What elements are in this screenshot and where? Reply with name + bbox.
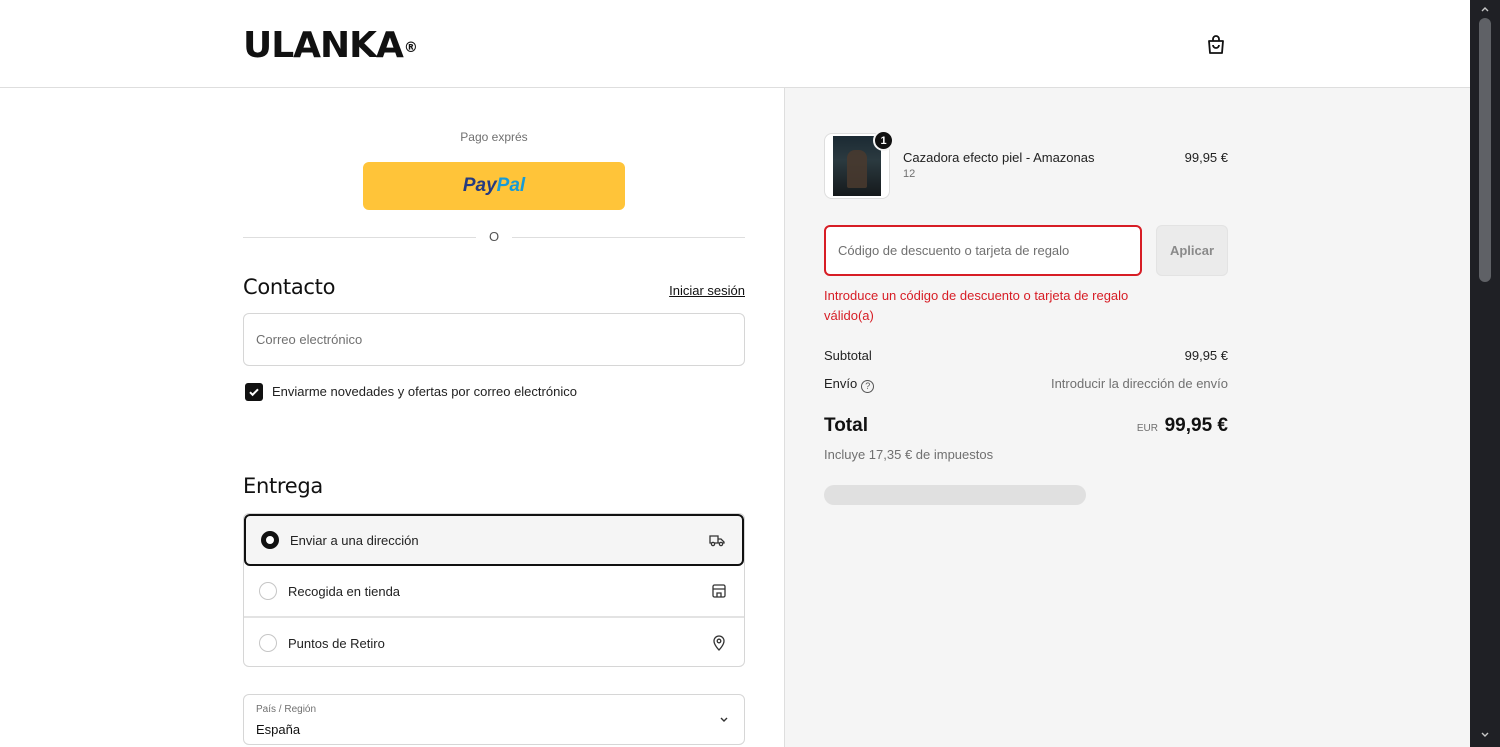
radio-unselected[interactable] bbox=[259, 582, 277, 600]
product-name: Cazadora efecto piel - Amazonas bbox=[903, 150, 1095, 165]
delivery-option-label: Puntos de Retiro bbox=[288, 635, 385, 651]
country-label: País / Región bbox=[256, 704, 317, 715]
delivery-option-pickup-points[interactable]: Puntos de Retiro bbox=[244, 617, 744, 666]
divider-right bbox=[512, 237, 745, 238]
truck-icon bbox=[709, 535, 725, 547]
delivery-option-label: Enviar a una dirección bbox=[290, 532, 419, 548]
email-field[interactable] bbox=[243, 313, 745, 366]
divider-left bbox=[243, 237, 476, 238]
paypal-logo-part2: Pal bbox=[496, 175, 526, 196]
product-variant: 12 bbox=[903, 168, 916, 180]
subtotal-label: Subtotal bbox=[824, 348, 872, 363]
radio-unselected[interactable] bbox=[259, 634, 277, 652]
radio-selected[interactable] bbox=[261, 531, 279, 549]
subtotal-value: 99,95 € bbox=[1184, 348, 1228, 363]
delivery-options: Enviar a una dirección Recogida en tiend… bbox=[243, 513, 745, 667]
logo-text: ULANKA bbox=[243, 25, 404, 66]
product-price: 99,95 € bbox=[1184, 150, 1228, 165]
taxes-note: Incluye 17,35 € de impuestos bbox=[824, 447, 994, 462]
express-checkout-label: Pago exprés bbox=[460, 130, 528, 144]
store-icon bbox=[712, 584, 726, 598]
scrollbar-thumb[interactable] bbox=[1479, 18, 1491, 282]
contact-heading: Contacto bbox=[243, 275, 336, 299]
delivery-heading: Entrega bbox=[243, 474, 324, 498]
total-value: 99,95 € bbox=[1164, 415, 1228, 436]
store-logo[interactable]: ULANKA® bbox=[243, 25, 418, 66]
apply-discount-button[interactable]: Aplicar bbox=[1156, 225, 1228, 276]
login-link[interactable]: Iniciar sesión bbox=[645, 283, 745, 298]
registered-mark: ® bbox=[403, 40, 418, 56]
help-icon[interactable]: ? bbox=[861, 380, 875, 393]
discount-code-input[interactable] bbox=[826, 227, 1140, 274]
loading-placeholder bbox=[824, 485, 1086, 505]
total-label: Total bbox=[824, 415, 868, 436]
location-pin-icon bbox=[713, 635, 725, 651]
scroll-down-icon[interactable] bbox=[1479, 729, 1491, 741]
total-currency: EUR bbox=[1136, 423, 1158, 434]
discount-error-message: Introduce un código de descuento o tarje… bbox=[824, 288, 1129, 323]
shipping-label: Envío bbox=[824, 376, 858, 391]
delivery-option-pickup[interactable]: Recogida en tienda bbox=[244, 566, 744, 617]
chevron-down-icon bbox=[720, 717, 728, 722]
quantity-badge: 1 bbox=[873, 130, 894, 151]
newsletter-label: Enviarme novedades y ofertas por correo … bbox=[272, 384, 577, 399]
divider-or: O bbox=[488, 229, 500, 244]
email-input[interactable] bbox=[244, 314, 744, 365]
site-header: ULANKA® bbox=[0, 0, 1470, 88]
newsletter-checkbox[interactable] bbox=[245, 383, 263, 401]
shipping-row: Envío? bbox=[824, 376, 875, 393]
country-select[interactable]: País / Región España bbox=[243, 694, 745, 745]
paypal-logo-part1: Pay bbox=[462, 175, 497, 196]
checkmark-icon bbox=[249, 388, 259, 397]
delivery-option-ship[interactable]: Enviar a una dirección bbox=[244, 514, 744, 566]
delivery-option-label: Recogida en tienda bbox=[288, 583, 401, 599]
paypal-button[interactable]: Pay Pal bbox=[363, 162, 625, 210]
shipping-value: Introducir la dirección de envío bbox=[1050, 376, 1228, 391]
scroll-up-icon[interactable] bbox=[1479, 3, 1491, 15]
discount-code-field[interactable] bbox=[824, 225, 1142, 276]
shopping-bag-icon[interactable] bbox=[1204, 33, 1228, 57]
country-value: España bbox=[256, 722, 301, 737]
